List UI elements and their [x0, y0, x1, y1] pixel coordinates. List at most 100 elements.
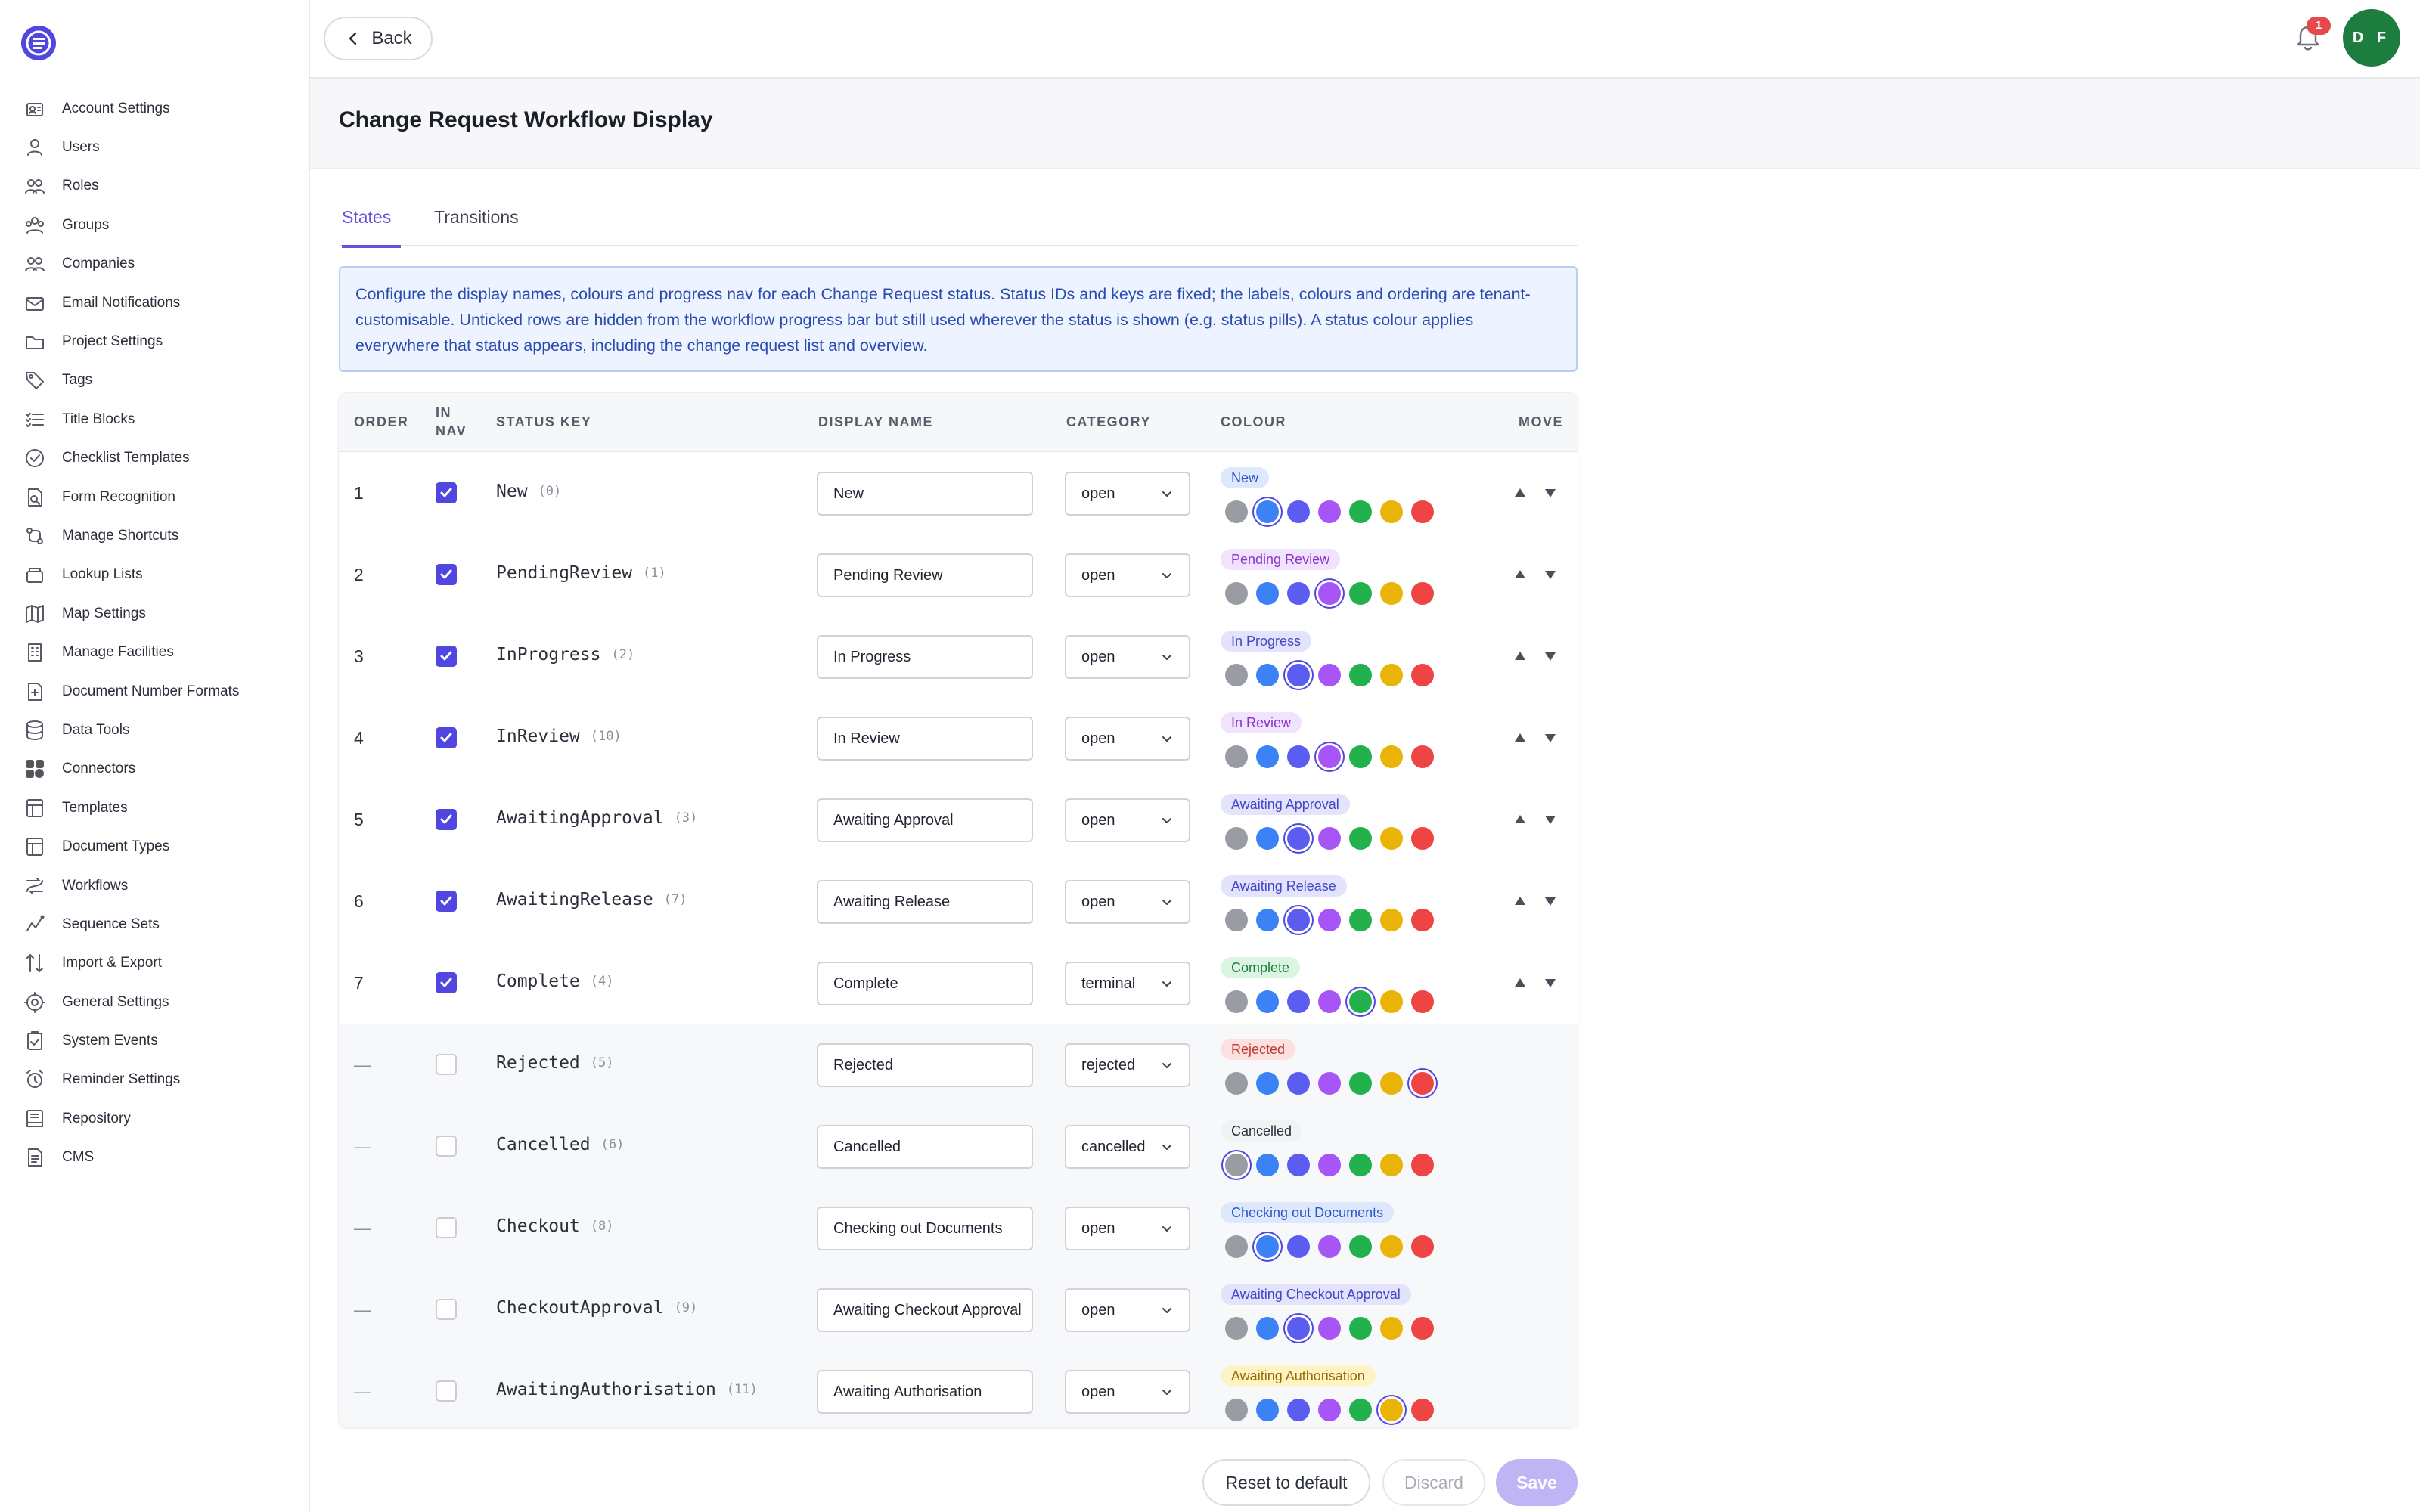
- colour-swatch-purple[interactable]: [1318, 909, 1341, 931]
- display-name-input[interactable]: Pending Review: [817, 553, 1033, 597]
- in-nav-checkbox[interactable]: [436, 809, 457, 830]
- move-down-icon[interactable]: [1543, 567, 1558, 582]
- category-select[interactable]: open: [1065, 635, 1190, 679]
- move-up-icon[interactable]: [1512, 730, 1528, 745]
- sidebar-item-repository[interactable]: Repository: [0, 1099, 309, 1138]
- colour-swatch-indigo[interactable]: [1287, 582, 1310, 605]
- colour-swatch-amber[interactable]: [1380, 1072, 1403, 1095]
- sidebar-item-manage-facilities[interactable]: Manage Facilities: [0, 633, 309, 671]
- colour-swatch-green[interactable]: [1349, 909, 1372, 931]
- colour-swatch-gray[interactable]: [1225, 1154, 1248, 1176]
- colour-swatch-gray[interactable]: [1225, 827, 1248, 850]
- move-up-icon[interactable]: [1512, 975, 1528, 990]
- reset-to-default-button[interactable]: Reset to default: [1202, 1459, 1370, 1506]
- colour-swatch-green[interactable]: [1349, 827, 1372, 850]
- colour-swatch-indigo[interactable]: [1287, 500, 1310, 523]
- colour-swatch-purple[interactable]: [1318, 1399, 1341, 1421]
- category-select[interactable]: open: [1065, 1370, 1190, 1414]
- colour-swatch-gray[interactable]: [1225, 1072, 1248, 1095]
- sidebar-item-general-settings[interactable]: General Settings: [0, 983, 309, 1021]
- category-select[interactable]: open: [1065, 798, 1190, 842]
- colour-swatch-red[interactable]: [1411, 1154, 1434, 1176]
- colour-swatch-blue[interactable]: [1256, 1154, 1279, 1176]
- sidebar-item-title-blocks[interactable]: Title Blocks: [0, 400, 309, 438]
- colour-swatch-red[interactable]: [1411, 582, 1434, 605]
- sidebar-item-project-settings[interactable]: Project Settings: [0, 322, 309, 361]
- discard-button[interactable]: Discard: [1382, 1459, 1485, 1506]
- colour-swatch-indigo[interactable]: [1287, 909, 1310, 931]
- display-name-input[interactable]: Rejected: [817, 1043, 1033, 1087]
- sidebar-item-account-settings[interactable]: Account Settings: [0, 89, 309, 128]
- colour-swatch-blue[interactable]: [1256, 1317, 1279, 1340]
- colour-swatch-purple[interactable]: [1318, 990, 1341, 1013]
- category-select[interactable]: open: [1065, 880, 1190, 924]
- display-name-input[interactable]: Cancelled: [817, 1125, 1033, 1169]
- sidebar-item-tags[interactable]: Tags: [0, 361, 309, 400]
- colour-swatch-red[interactable]: [1411, 1317, 1434, 1340]
- move-down-icon[interactable]: [1543, 812, 1558, 827]
- colour-swatch-amber[interactable]: [1380, 664, 1403, 686]
- colour-swatch-red[interactable]: [1411, 664, 1434, 686]
- sidebar-item-cms[interactable]: CMS: [0, 1139, 309, 1177]
- display-name-input[interactable]: Checking out Documents: [817, 1207, 1033, 1250]
- colour-swatch-amber[interactable]: [1380, 500, 1403, 523]
- colour-swatch-amber[interactable]: [1380, 582, 1403, 605]
- sidebar-item-manage-shortcuts[interactable]: Manage Shortcuts: [0, 516, 309, 555]
- colour-swatch-blue[interactable]: [1256, 990, 1279, 1013]
- colour-swatch-green[interactable]: [1349, 664, 1372, 686]
- colour-swatch-gray[interactable]: [1225, 909, 1248, 931]
- colour-swatch-indigo[interactable]: [1287, 1399, 1310, 1421]
- save-button[interactable]: Save: [1496, 1459, 1578, 1506]
- sidebar-item-workflows[interactable]: Workflows: [0, 866, 309, 905]
- back-button[interactable]: Back: [324, 17, 433, 60]
- move-up-icon[interactable]: [1512, 894, 1528, 909]
- colour-swatch-red[interactable]: [1411, 827, 1434, 850]
- colour-swatch-purple[interactable]: [1318, 500, 1341, 523]
- display-name-input[interactable]: Awaiting Approval: [817, 798, 1033, 842]
- in-nav-checkbox[interactable]: [436, 646, 457, 667]
- sidebar-item-reminder-settings[interactable]: Reminder Settings: [0, 1061, 309, 1099]
- display-name-input[interactable]: In Review: [817, 717, 1033, 761]
- colour-swatch-purple[interactable]: [1318, 664, 1341, 686]
- colour-swatch-purple[interactable]: [1318, 1072, 1341, 1095]
- move-down-icon[interactable]: [1543, 730, 1558, 745]
- sidebar-item-import-export[interactable]: Import & Export: [0, 944, 309, 983]
- colour-swatch-indigo[interactable]: [1287, 1317, 1310, 1340]
- colour-swatch-indigo[interactable]: [1287, 664, 1310, 686]
- colour-swatch-purple[interactable]: [1318, 1235, 1341, 1258]
- tab-transitions[interactable]: Transitions: [434, 207, 532, 245]
- colour-swatch-indigo[interactable]: [1287, 990, 1310, 1013]
- sidebar-item-document-types[interactable]: Document Types: [0, 827, 309, 866]
- tab-states[interactable]: States: [342, 207, 401, 248]
- sidebar-item-document-number-formats[interactable]: Document Number Formats: [0, 672, 309, 711]
- colour-swatch-red[interactable]: [1411, 909, 1434, 931]
- colour-swatch-gray[interactable]: [1225, 500, 1248, 523]
- colour-swatch-blue[interactable]: [1256, 500, 1279, 523]
- sidebar-item-email-notifications[interactable]: Email Notifications: [0, 284, 309, 322]
- app-logo-icon[interactable]: [20, 24, 57, 62]
- category-select[interactable]: open: [1065, 553, 1190, 597]
- colour-swatch-red[interactable]: [1411, 1235, 1434, 1258]
- sidebar-item-data-tools[interactable]: Data Tools: [0, 711, 309, 749]
- category-select[interactable]: rejected: [1065, 1043, 1190, 1087]
- colour-swatch-blue[interactable]: [1256, 582, 1279, 605]
- colour-swatch-green[interactable]: [1349, 1317, 1372, 1340]
- colour-swatch-amber[interactable]: [1380, 1235, 1403, 1258]
- sidebar-item-groups[interactable]: Groups: [0, 206, 309, 244]
- colour-swatch-indigo[interactable]: [1287, 1154, 1310, 1176]
- in-nav-checkbox[interactable]: [436, 727, 457, 748]
- category-select[interactable]: open: [1065, 1288, 1190, 1332]
- colour-swatch-gray[interactable]: [1225, 745, 1248, 768]
- category-select[interactable]: open: [1065, 1207, 1190, 1250]
- colour-swatch-gray[interactable]: [1225, 1317, 1248, 1340]
- move-up-icon[interactable]: [1512, 485, 1528, 500]
- in-nav-checkbox[interactable]: [436, 891, 457, 912]
- colour-swatch-green[interactable]: [1349, 582, 1372, 605]
- in-nav-checkbox[interactable]: [436, 1380, 457, 1402]
- avatar[interactable]: D F: [2343, 9, 2400, 67]
- colour-swatch-amber[interactable]: [1380, 909, 1403, 931]
- colour-swatch-purple[interactable]: [1318, 582, 1341, 605]
- move-down-icon[interactable]: [1543, 485, 1558, 500]
- sidebar-item-map-settings[interactable]: Map Settings: [0, 594, 309, 633]
- move-up-icon[interactable]: [1512, 567, 1528, 582]
